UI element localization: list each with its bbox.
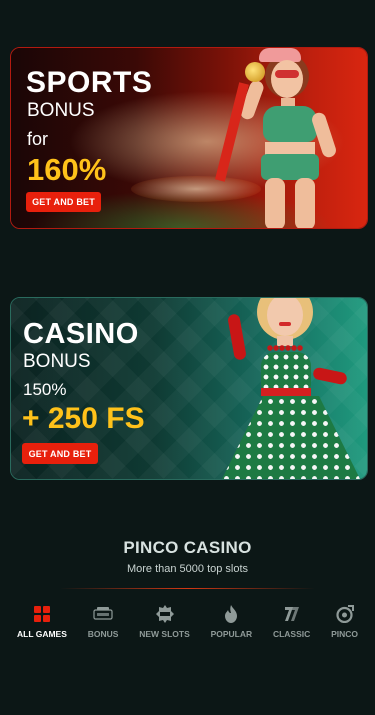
tab-classic[interactable]: CLASSIC bbox=[270, 604, 313, 644]
banner-title: SPORTS bbox=[26, 66, 153, 99]
casino-bonus-banner[interactable]: CASINO BONUS 150% + 250 FS GET AND BET bbox=[10, 297, 368, 480]
fire-icon bbox=[221, 604, 241, 624]
get-and-bet-button[interactable]: GET AND BET bbox=[22, 443, 98, 464]
tab-label: CLASSIC bbox=[272, 629, 311, 639]
divider bbox=[60, 588, 315, 589]
tab-label: BONUS bbox=[87, 629, 119, 639]
game-category-tabs: ALL GAMES BONUS NEW SLOTS POPULAR CLASSI… bbox=[14, 604, 361, 644]
bonus-percentage: 150% bbox=[23, 380, 67, 399]
casino-woman-illustration bbox=[217, 298, 367, 479]
free-spins-amount: + 250 FS bbox=[22, 402, 145, 435]
bonus-icon bbox=[93, 604, 113, 624]
new-badge-icon bbox=[155, 604, 175, 624]
tab-new-slots[interactable]: NEW SLOTS bbox=[136, 604, 193, 644]
tab-bonus[interactable]: BONUS bbox=[85, 604, 122, 644]
section-subtitle: More than 5000 top slots bbox=[126, 563, 249, 575]
tab-label: NEW SLOTS bbox=[139, 629, 190, 639]
tab-label: POPULAR bbox=[210, 629, 253, 639]
banner-title: CASINO bbox=[23, 318, 139, 350]
tab-all-games[interactable]: ALL GAMES bbox=[14, 604, 70, 644]
banner-subtitle: BONUS bbox=[23, 351, 91, 372]
banner-subtitle: BONUS bbox=[27, 100, 95, 121]
tab-label: PINCO bbox=[331, 629, 358, 639]
banner-subtitle: for bbox=[27, 129, 49, 149]
section-title: PINCO CASINO bbox=[123, 538, 252, 557]
tab-pinco[interactable]: PINCO bbox=[328, 604, 361, 644]
tab-label: ALL GAMES bbox=[17, 629, 67, 639]
grid-icon bbox=[32, 604, 52, 624]
tab-popular[interactable]: POPULAR bbox=[208, 604, 256, 644]
sports-bonus-banner[interactable]: SPORTS BONUS for 160% GET AND BET bbox=[10, 47, 368, 229]
gold-medal-icon bbox=[245, 62, 265, 82]
get-and-bet-button[interactable]: GET AND BET bbox=[26, 192, 101, 212]
seven-icon bbox=[282, 604, 302, 624]
bonus-percentage: 160% bbox=[27, 152, 107, 187]
pinco-icon bbox=[335, 604, 355, 624]
sports-woman-illustration bbox=[215, 48, 365, 228]
